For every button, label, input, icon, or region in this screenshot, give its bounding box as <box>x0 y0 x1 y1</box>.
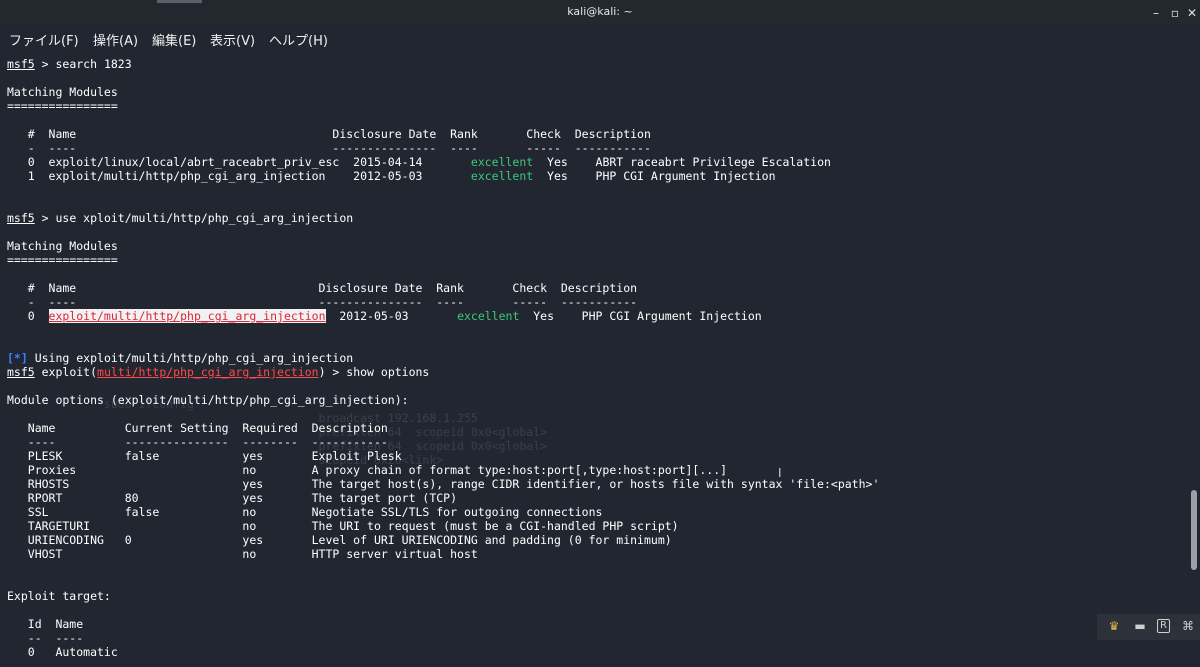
section-heading: Matching Modules <box>7 239 118 253</box>
table-row: 0 exploit/multi/http/php_cgi_arg_injecti… <box>7 309 762 323</box>
option-row: RHOSTS yes The target host(s), range CID… <box>7 477 880 491</box>
section-rule: ================ <box>7 99 118 113</box>
row-text: Yes ABRT raceabrt Privilege Escalation <box>533 155 831 169</box>
table-header: # Name Disclosure Date Rank Check Descri… <box>7 127 651 141</box>
r-icon[interactable]: R <box>1157 619 1170 633</box>
option-row: URIENCODING 0 yes Level of URI URIENCODI… <box>7 533 672 547</box>
prompt-line-2: msf5 > use xploit/multi/http/php_cgi_arg… <box>7 211 353 225</box>
tray-minimize-icon[interactable]: ▬ <box>1133 619 1147 633</box>
options-dashes: ---- --------------- -------- ----------… <box>7 435 388 449</box>
module-options-title: Module options (exploit/multi/http/php_c… <box>7 393 409 407</box>
exploit-target-title: Exploit target: <box>7 589 111 603</box>
maximize-icon[interactable]: ▫ <box>1167 5 1183 21</box>
table-row: 1 exploit/multi/http/php_cgi_arg_injecti… <box>7 169 776 183</box>
info-line: [*] Using exploit/multi/http/php_cgi_arg… <box>7 351 353 365</box>
crown-icon[interactable]: ♛ <box>1107 619 1121 633</box>
exploit-module: multi/http/php_cgi_arg_injection <box>97 365 319 379</box>
prompt: msf5 <box>7 211 35 225</box>
prompt: msf5 <box>7 365 35 379</box>
option-row: SSL false no Negotiate SSL/TLS for outgo… <box>7 505 603 519</box>
table-header: # Name Disclosure Date Rank Check Descri… <box>7 281 638 295</box>
prompt: msf5 <box>7 57 35 71</box>
table-dashes: - ---- --------------- ---- ----- ------… <box>7 141 651 155</box>
rank-text: excellent <box>470 169 534 183</box>
minimize-icon[interactable]: – <box>1148 5 1164 21</box>
ibeam-cursor-icon: I <box>778 466 782 480</box>
option-row: Proxies no A proxy chain of format type:… <box>7 463 728 477</box>
rank-text: excellent <box>470 155 534 169</box>
menu-file[interactable]: ファイル(F) <box>9 30 79 49</box>
row-text: 1 exploit/multi/http/php_cgi_arg_injecti… <box>7 169 471 183</box>
close-icon[interactable]: ✕ <box>1184 5 1200 21</box>
command-text: > use xploit/multi/http/php_cgi_arg_inje… <box>34 211 354 225</box>
option-row: RPORT 80 yes The target port (TCP) <box>7 491 458 505</box>
row-text: 2012-05-03 <box>325 309 458 323</box>
option-row: PLESK false yes Exploit Plesk <box>7 449 402 463</box>
system-tray: ♛ ▬ R ⌘ <box>1097 614 1200 640</box>
terminal-output[interactable]: sudo ifconfig broadcast 192.168.1.255 pr… <box>7 57 1187 662</box>
gamepad-icon[interactable]: ⌘ <box>1181 619 1195 633</box>
titlebar-tab-indicator <box>157 0 202 3</box>
table-dashes: - ---- --------------- ---- ----- ------… <box>7 295 638 309</box>
info-marker: [*] <box>7 351 28 365</box>
exploit-prefix: exploit( <box>34 365 98 379</box>
command-text: > search 1823 <box>34 57 132 71</box>
target-dashes: -- ---- <box>7 631 84 645</box>
command-text: ) > show options <box>318 365 430 379</box>
target-row: 0 Automatic <box>7 645 118 659</box>
row-text: 0 <box>7 309 49 323</box>
window-titlebar: kali@kali: ~ – ▫ ✕ <box>0 0 1200 26</box>
window-title: kali@kali: ~ <box>567 5 633 18</box>
menu-operation[interactable]: 操作(A) <box>93 30 138 49</box>
info-text: Using exploit/multi/http/php_cgi_arg_inj… <box>27 351 354 365</box>
menu-edit[interactable]: 編集(E) <box>152 30 196 49</box>
row-text: 0 exploit/linux/local/abrt_raceabrt_priv… <box>7 155 471 169</box>
table-row: 0 exploit/linux/local/abrt_raceabrt_priv… <box>7 155 831 169</box>
prompt-line-3: msf5 exploit(multi/http/php_cgi_arg_inje… <box>7 365 429 379</box>
row-text: Yes PHP CGI Argument Injection <box>533 169 776 183</box>
selected-module-name[interactable]: exploit/multi/http/php_cgi_arg_injection <box>48 309 326 323</box>
terminal-scrollbar[interactable] <box>1191 490 1197 570</box>
menu-help[interactable]: ヘルプ(H) <box>269 30 328 49</box>
section-rule: ================ <box>7 253 118 267</box>
rank-text: excellent <box>457 309 520 323</box>
menubar: ファイル(F) 操作(A) 編集(E) 表示(V) ヘルプ(H) <box>0 26 1200 50</box>
target-header: Id Name <box>7 617 84 631</box>
row-text: Yes PHP CGI Argument Injection <box>519 309 762 323</box>
options-header: Name Current Setting Required Descriptio… <box>7 421 388 435</box>
menu-view[interactable]: 表示(V) <box>210 30 255 49</box>
option-row: VHOST no HTTP server virtual host <box>7 547 478 561</box>
section-heading: Matching Modules <box>7 85 118 99</box>
option-row: TARGETURI no The URI to request (must be… <box>7 519 679 533</box>
prompt-line-1: msf5 > search 1823 <box>7 57 132 71</box>
